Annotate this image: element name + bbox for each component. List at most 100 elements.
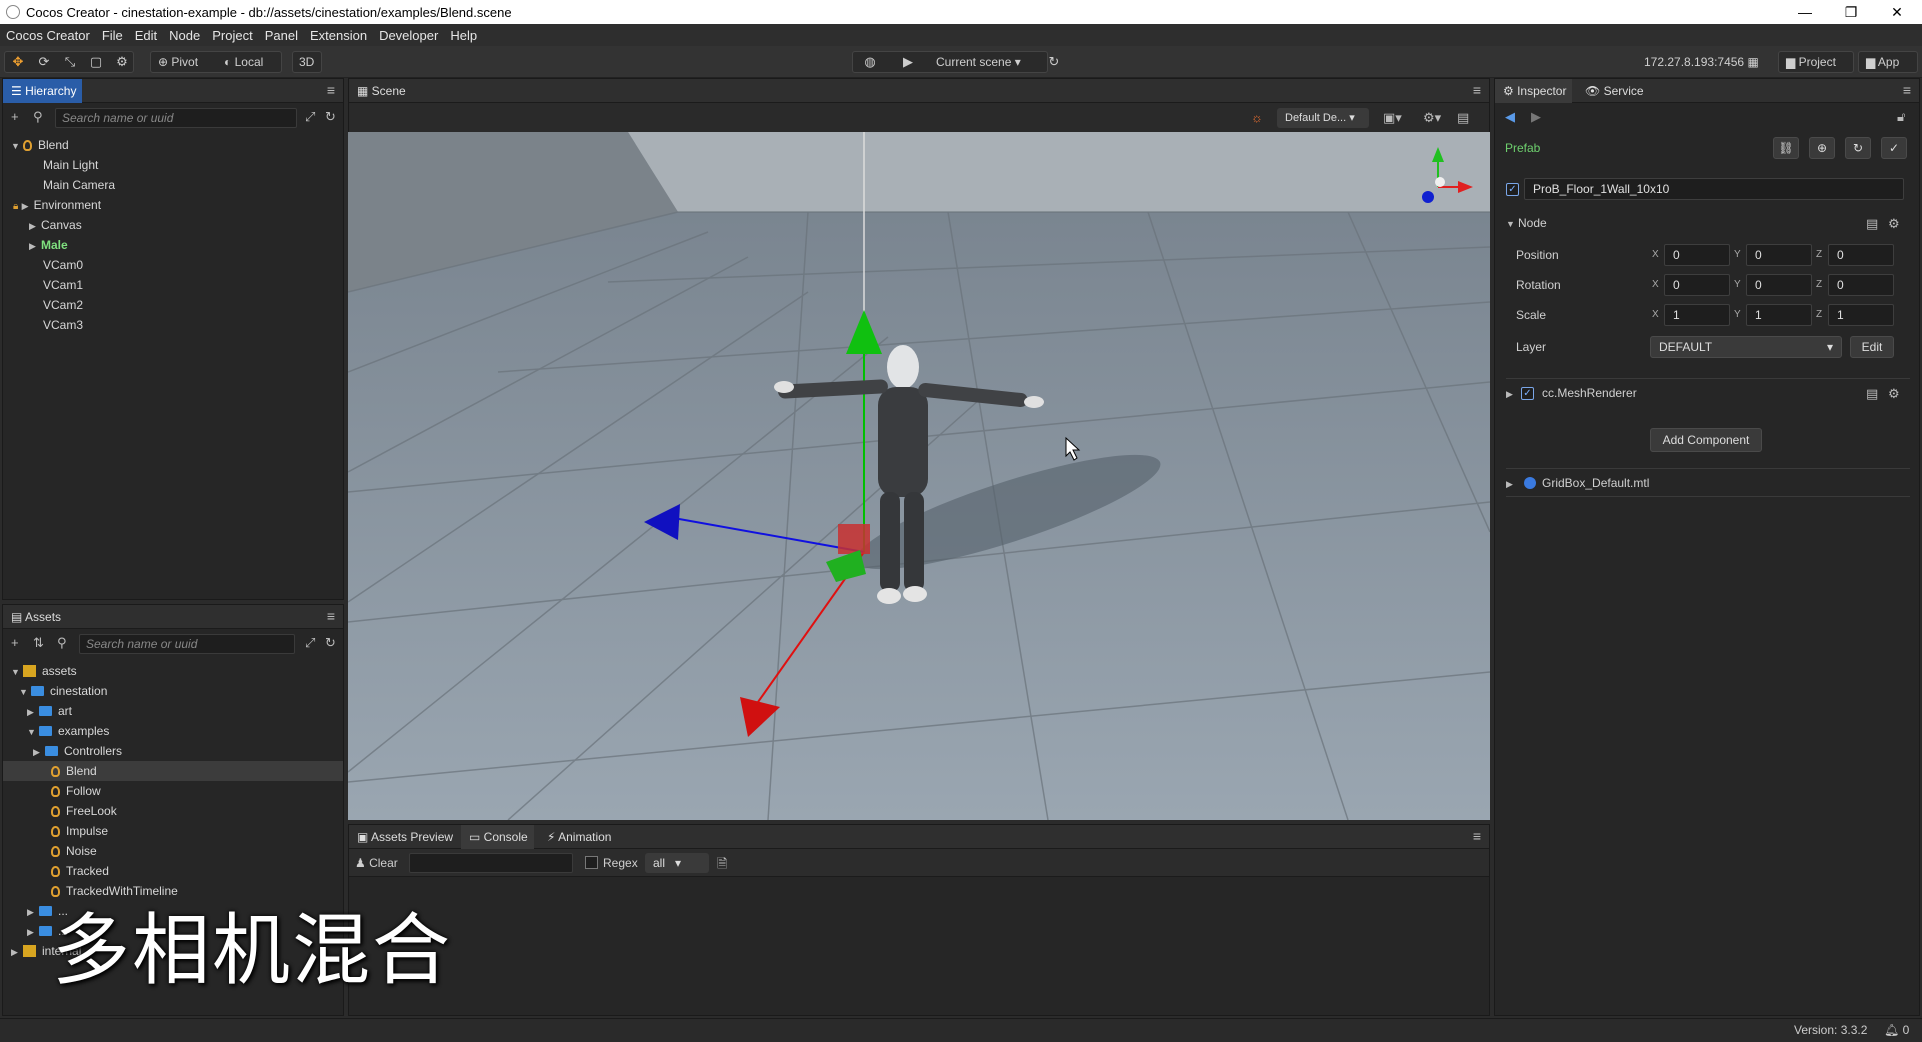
meshrenderer-enabled-checkbox[interactable]: ✓ xyxy=(1521,387,1534,400)
rotation-z-input[interactable]: 0 xyxy=(1828,274,1894,296)
scale-tool-icon[interactable]: ⤡ xyxy=(60,52,80,72)
lock-icon[interactable]: 🔒︎ xyxy=(13,201,18,212)
layer-edit-button[interactable]: Edit xyxy=(1850,336,1894,358)
expand-arrow-icon[interactable]: ▶ xyxy=(29,236,41,256)
prefab-revert-icon[interactable]: ↻ xyxy=(1845,137,1871,159)
expand-arrow-icon[interactable]: ▼ xyxy=(11,662,23,682)
position-z-input[interactable]: 0 xyxy=(1828,244,1894,266)
tree-item-vcam3[interactable]: VCam3 xyxy=(43,315,83,335)
node-active-checkbox[interactable]: ✓ xyxy=(1506,183,1519,196)
tab-console[interactable]: ▭ Console xyxy=(461,825,534,849)
node-help-icon[interactable]: ▤ xyxy=(1866,216,1878,232)
search-type-icon[interactable]: ⚲ xyxy=(57,635,67,651)
prefab-locate-icon[interactable]: ⊕ xyxy=(1809,137,1835,159)
expand-arrow-icon[interactable]: ▶ xyxy=(22,196,34,216)
local-toggle[interactable]: ◐ Local xyxy=(224,51,263,73)
play-button-icon[interactable]: ▶ xyxy=(898,52,918,72)
asset-item-examples[interactable]: ▼ examples xyxy=(27,721,109,741)
position-y-input[interactable]: 0 xyxy=(1746,244,1812,266)
expand-arrow-icon[interactable]: ▶ xyxy=(1506,473,1518,495)
expand-arrow-icon[interactable]: ▶ xyxy=(27,922,39,942)
sort-icon[interactable]: ⇅ xyxy=(33,635,44,651)
scale-y-input[interactable]: 1 xyxy=(1746,304,1812,326)
collapse-all-icon[interactable]: ⤢ xyxy=(305,635,315,651)
back-arrow-icon[interactable]: ◀ xyxy=(1505,109,1515,125)
meshrenderer-help-icon[interactable]: ▤ xyxy=(1866,386,1878,402)
expand-arrow-icon[interactable]: ▶ xyxy=(27,902,39,922)
meshrenderer-settings-icon[interactable]: ⚙ xyxy=(1888,386,1900,402)
asset-item-blend[interactable]: Blend xyxy=(3,761,343,781)
material-row[interactable]: ▶ GridBox_Default.mtl xyxy=(1506,472,1649,494)
asset-item-impulse[interactable]: Impulse xyxy=(51,821,108,841)
tab-scene[interactable]: ▦ Scene xyxy=(349,79,412,103)
menu-extension[interactable]: Extension xyxy=(310,28,367,43)
prefab-apply-icon[interactable]: ✓ xyxy=(1881,137,1907,159)
tree-item-environment[interactable]: 🔒︎ ▶ Environment xyxy=(13,195,101,215)
maximize-button[interactable]: ❐ xyxy=(1828,0,1874,24)
position-x-input[interactable]: 0 xyxy=(1664,244,1730,266)
scene-menu-icon[interactable]: ≡ xyxy=(1473,82,1481,98)
search-type-icon[interactable]: ⚲ xyxy=(33,109,43,125)
rect-tool-icon[interactable]: ▢ xyxy=(86,52,106,72)
pivot-toggle[interactable]: ⊕ Pivot xyxy=(158,51,198,73)
hierarchy-refresh-icon[interactable]: ↻ xyxy=(325,109,336,125)
platform-globe-icon[interactable]: ◍ xyxy=(860,52,880,72)
tab-hierarchy[interactable]: ☰ Hierarchy xyxy=(3,79,83,103)
camera-select[interactable]: Default De... ▾ xyxy=(1277,108,1369,128)
expand-arrow-icon[interactable]: ▼ xyxy=(19,682,31,702)
menu-project[interactable]: Project xyxy=(212,28,252,43)
asset-item-assets[interactable]: ▼ assets xyxy=(11,661,77,681)
console-menu-icon[interactable]: ≡ xyxy=(1473,828,1481,844)
tab-assets-preview[interactable]: ▣ Assets Preview xyxy=(349,825,459,849)
tree-item-canvas[interactable]: ▶ Canvas xyxy=(29,215,82,235)
asset-item-follow[interactable]: Follow xyxy=(51,781,101,801)
mode-3d-toggle[interactable]: 3D xyxy=(299,51,314,73)
node-section-header[interactable]: ▼ Node xyxy=(1506,212,1547,234)
prefab-link-icon[interactable]: ⛓ xyxy=(1773,137,1799,159)
asset-item-art[interactable]: ▶ art xyxy=(27,701,72,721)
expand-arrow-icon[interactable]: ▶ xyxy=(1506,383,1518,405)
layer-select[interactable]: DEFAULT ▾ xyxy=(1650,336,1842,358)
project-button[interactable]: ▆ Project xyxy=(1786,51,1836,73)
tab-inspector[interactable]: ⚙ Inspector xyxy=(1495,79,1573,103)
open-log-file-icon[interactable]: 🗎︎ xyxy=(717,855,727,877)
clear-button[interactable]: ♟ Clear xyxy=(355,852,398,874)
transform-settings-icon[interactable]: ⚙ xyxy=(112,52,132,72)
asset-item-tracked[interactable]: Tracked xyxy=(51,861,109,881)
expand-arrow-icon[interactable]: ▼ xyxy=(27,722,39,742)
meshrenderer-header[interactable]: ▶ xyxy=(1506,382,1518,404)
tab-service[interactable]: 👁︎ Service xyxy=(1577,79,1650,103)
menu-file[interactable]: File xyxy=(102,28,123,43)
expand-arrow-icon[interactable]: ▼ xyxy=(11,136,23,156)
add-asset-icon[interactable]: + xyxy=(11,635,19,650)
minimize-button[interactable]: — xyxy=(1782,0,1828,24)
tab-animation[interactable]: ⚡ Animation xyxy=(539,825,617,849)
tree-item-vcam0[interactable]: VCam0 xyxy=(43,255,83,275)
menu-edit[interactable]: Edit xyxy=(135,28,157,43)
menu-developer[interactable]: Developer xyxy=(379,28,438,43)
menu-cocos-creator[interactable]: Cocos Creator xyxy=(6,28,90,43)
regex-checkbox[interactable] xyxy=(585,856,598,869)
close-button[interactable]: ✕ xyxy=(1874,0,1920,24)
hierarchy-search-input[interactable]: Search name or uuid xyxy=(55,108,297,128)
rotation-y-input[interactable]: 0 xyxy=(1746,274,1812,296)
tab-assets[interactable]: ▤ Assets xyxy=(3,605,67,629)
asset-item-noise[interactable]: Noise xyxy=(51,841,97,861)
preview-target-select[interactable]: Current scene ▾ xyxy=(936,51,1021,73)
tree-item-main-light[interactable]: Main Light xyxy=(43,155,98,175)
app-button[interactable]: ▆ App xyxy=(1866,51,1899,73)
node-settings-icon[interactable]: ⚙ xyxy=(1888,216,1900,232)
view-mode-icon[interactable]: ▣▾ xyxy=(1383,110,1402,126)
collapse-all-icon[interactable]: ⤢ xyxy=(305,109,315,125)
light-toggle-icon[interactable]: ☼ xyxy=(1251,110,1263,125)
asset-item-controllers[interactable]: ▶ Controllers xyxy=(33,741,122,761)
lock-inspector-icon[interactable]: 🔓︎ xyxy=(1897,109,1905,125)
add-component-button[interactable]: Add Component xyxy=(1650,428,1762,452)
hierarchy-menu-icon[interactable]: ≡ xyxy=(327,82,335,98)
assets-refresh-icon[interactable]: ↻ xyxy=(325,635,336,651)
rotation-x-input[interactable]: 0 xyxy=(1664,274,1730,296)
menu-node[interactable]: Node xyxy=(169,28,200,43)
expand-arrow-icon[interactable]: ▶ xyxy=(11,942,23,962)
move-tool-icon[interactable]: ✥ xyxy=(8,52,28,72)
asset-item-freelook[interactable]: FreeLook xyxy=(51,801,117,821)
